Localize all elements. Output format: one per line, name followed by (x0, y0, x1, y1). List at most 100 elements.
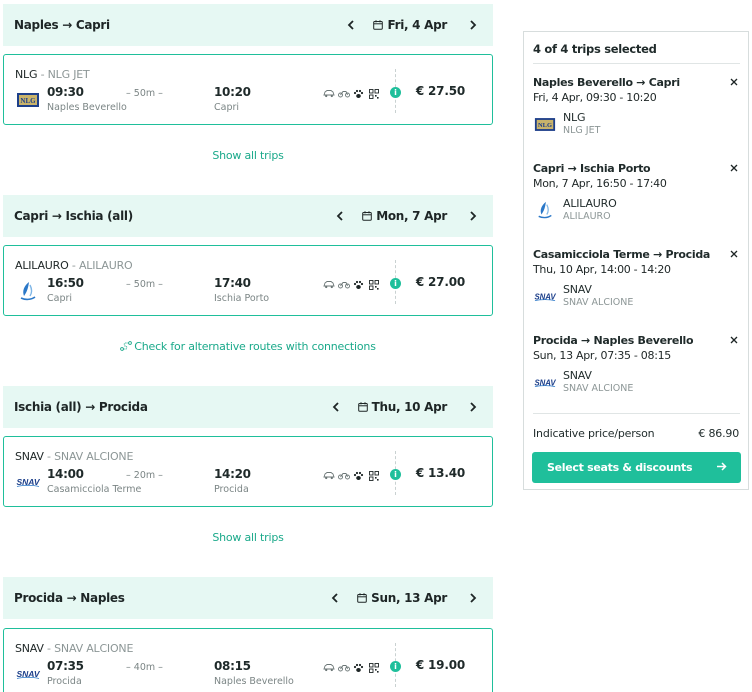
leg-date[interactable]: Thu, 10 Apr (357, 400, 447, 414)
arrival-time: 17:40 (214, 276, 251, 290)
selected-trip-datetime: Fri, 4 Apr, 09:30 - 10:20 (533, 91, 657, 104)
leg-route-title: Ischia (all) → Procida (14, 400, 148, 414)
vessel-name: SNAV ALCIONE (54, 642, 134, 655)
leg-header: Capri → Ischia (all) Mon, 7 Apr (3, 195, 493, 237)
operator-name: SNAV (563, 283, 592, 296)
leg-date[interactable]: Mon, 7 Apr (362, 209, 447, 223)
departure-time: 16:50 (47, 276, 84, 290)
alternative-routes-link[interactable]: Check for alternative routes with connec… (3, 340, 493, 353)
info-icon[interactable]: i (390, 469, 401, 480)
arrow-right-icon (717, 462, 727, 471)
trip-card[interactable]: SNAV - SNAV ALCIONE SNAV 14:00 Casamicci… (3, 436, 493, 507)
trip-card[interactable]: SNAV - SNAV ALCIONE SNAV 07:35 Procida –… (3, 628, 493, 692)
departure-time: 14:00 (47, 467, 84, 481)
amenities (322, 470, 380, 481)
arrival-port: Capri (214, 102, 240, 113)
operator-name: NLG (15, 68, 38, 81)
arrival-time: 10:20 (214, 85, 251, 99)
show-all-trips-link[interactable]: Show all trips (3, 149, 493, 162)
car-icon (322, 470, 335, 481)
leg-2: Capri → Ischia (all) Mon, 7 Apr ALILAURO… (3, 195, 493, 316)
info-icon[interactable]: i (390, 661, 401, 672)
vessel-name: SNAV ALCIONE (563, 297, 634, 308)
trip-duration: – 20m – (126, 470, 163, 481)
leg-date[interactable]: Fri, 4 Apr (373, 18, 447, 32)
chevron-left-icon[interactable] (328, 399, 344, 415)
departure-time: 09:30 (47, 85, 84, 99)
vessel-name: NLG JET (563, 125, 601, 136)
selected-trip-route: Capri → Ischia Porto (533, 162, 651, 175)
car-icon (322, 279, 335, 290)
leg-header: Procida → Naples Sun, 13 Apr (3, 577, 493, 619)
qr-ticket-icon (367, 88, 380, 99)
trip-price: € 19.00 (415, 658, 465, 672)
close-icon[interactable] (728, 76, 740, 88)
chevron-left-icon[interactable] (332, 208, 348, 224)
divider (533, 63, 740, 64)
trip-price: € 27.50 (415, 84, 465, 98)
leg-header: Naples → Capri Fri, 4 Apr (3, 4, 493, 46)
snav-logo: SNAV (15, 472, 41, 492)
leg-3: Ischia (all) → Procida Thu, 10 Apr SNAV … (3, 386, 493, 507)
show-all-trips-link[interactable]: Show all trips (3, 531, 493, 544)
pet-paw-icon (352, 88, 365, 99)
selected-count-title: 4 of 4 trips selected (533, 42, 657, 56)
info-icon[interactable]: i (390, 87, 401, 98)
leg-date[interactable]: Sun, 13 Apr (357, 591, 447, 605)
snav-logo: SNAV (533, 373, 557, 391)
select-seats-button[interactable]: Select seats & discounts (532, 452, 741, 483)
trip-duration: – 50m – (126, 88, 163, 99)
selected-trip-datetime: Thu, 10 Apr, 14:00 - 14:20 (533, 263, 671, 276)
motorbike-icon (337, 662, 350, 673)
departure-port: Casamicciola Terme (47, 484, 142, 495)
divider (533, 413, 740, 414)
operator-name: ALILAURO (563, 197, 617, 210)
chevron-right-icon[interactable] (465, 590, 481, 606)
trip-card[interactable]: ALILAURO - ALILAURO 16:50 Capri – 50m – … (3, 245, 493, 316)
date-navigator: Fri, 4 Apr (343, 4, 481, 46)
calendar-icon (373, 20, 384, 30)
leg-4: Procida → Naples Sun, 13 Apr SNAV - SNAV… (3, 577, 493, 692)
pet-paw-icon (352, 279, 365, 290)
pet-paw-icon (352, 662, 365, 673)
chevron-right-icon[interactable] (465, 208, 481, 224)
date-navigator: Sun, 13 Apr (327, 577, 481, 619)
car-icon (322, 88, 335, 99)
nlg-logo: NLG (15, 90, 41, 110)
arrival-port: Procida (214, 484, 249, 495)
operator-name: SNAV (15, 450, 44, 463)
selected-trip: Casamicciola Terme → Procida Thu, 10 Apr… (533, 247, 740, 308)
alilauro-logo (533, 201, 557, 219)
svg-text:NLG: NLG (538, 122, 552, 129)
operator-name: NLG (563, 111, 586, 124)
close-icon[interactable] (728, 162, 740, 174)
arrival-time: 08:15 (214, 659, 251, 673)
car-icon (322, 662, 335, 673)
chevron-left-icon[interactable] (343, 17, 359, 33)
selected-trip-route: Procida → Naples Beverello (533, 334, 694, 347)
calendar-icon (357, 593, 367, 603)
chevron-right-icon[interactable] (465, 399, 481, 415)
arrival-port: Ischia Porto (214, 293, 270, 304)
departure-port: Capri (47, 293, 73, 304)
close-icon[interactable] (728, 248, 740, 260)
info-icon[interactable]: i (390, 278, 401, 289)
leg-header: Ischia (all) → Procida Thu, 10 Apr (3, 386, 493, 428)
date-navigator: Thu, 10 Apr (328, 386, 481, 428)
vessel-name: ALILAURO (563, 211, 611, 222)
vessel-name: NLG JET (47, 68, 90, 81)
amenities (322, 279, 380, 290)
qr-ticket-icon (367, 662, 380, 673)
total-price: € 86.90 (698, 427, 739, 440)
chevron-right-icon[interactable] (465, 17, 481, 33)
operator-name: SNAV (15, 642, 44, 655)
leg-route-title: Procida → Naples (14, 591, 125, 605)
vessel-name: ALILAURO (78, 259, 133, 272)
close-icon[interactable] (728, 334, 740, 346)
calendar-icon (357, 402, 368, 412)
trip-card[interactable]: NLG - NLG JET NLG 09:30 Naples Beverello… (3, 54, 493, 125)
svg-text:NLG: NLG (20, 97, 36, 105)
chevron-left-icon[interactable] (327, 590, 343, 606)
vessel-name: SNAV ALCIONE (563, 383, 634, 394)
date-navigator: Mon, 7 Apr (332, 195, 481, 237)
